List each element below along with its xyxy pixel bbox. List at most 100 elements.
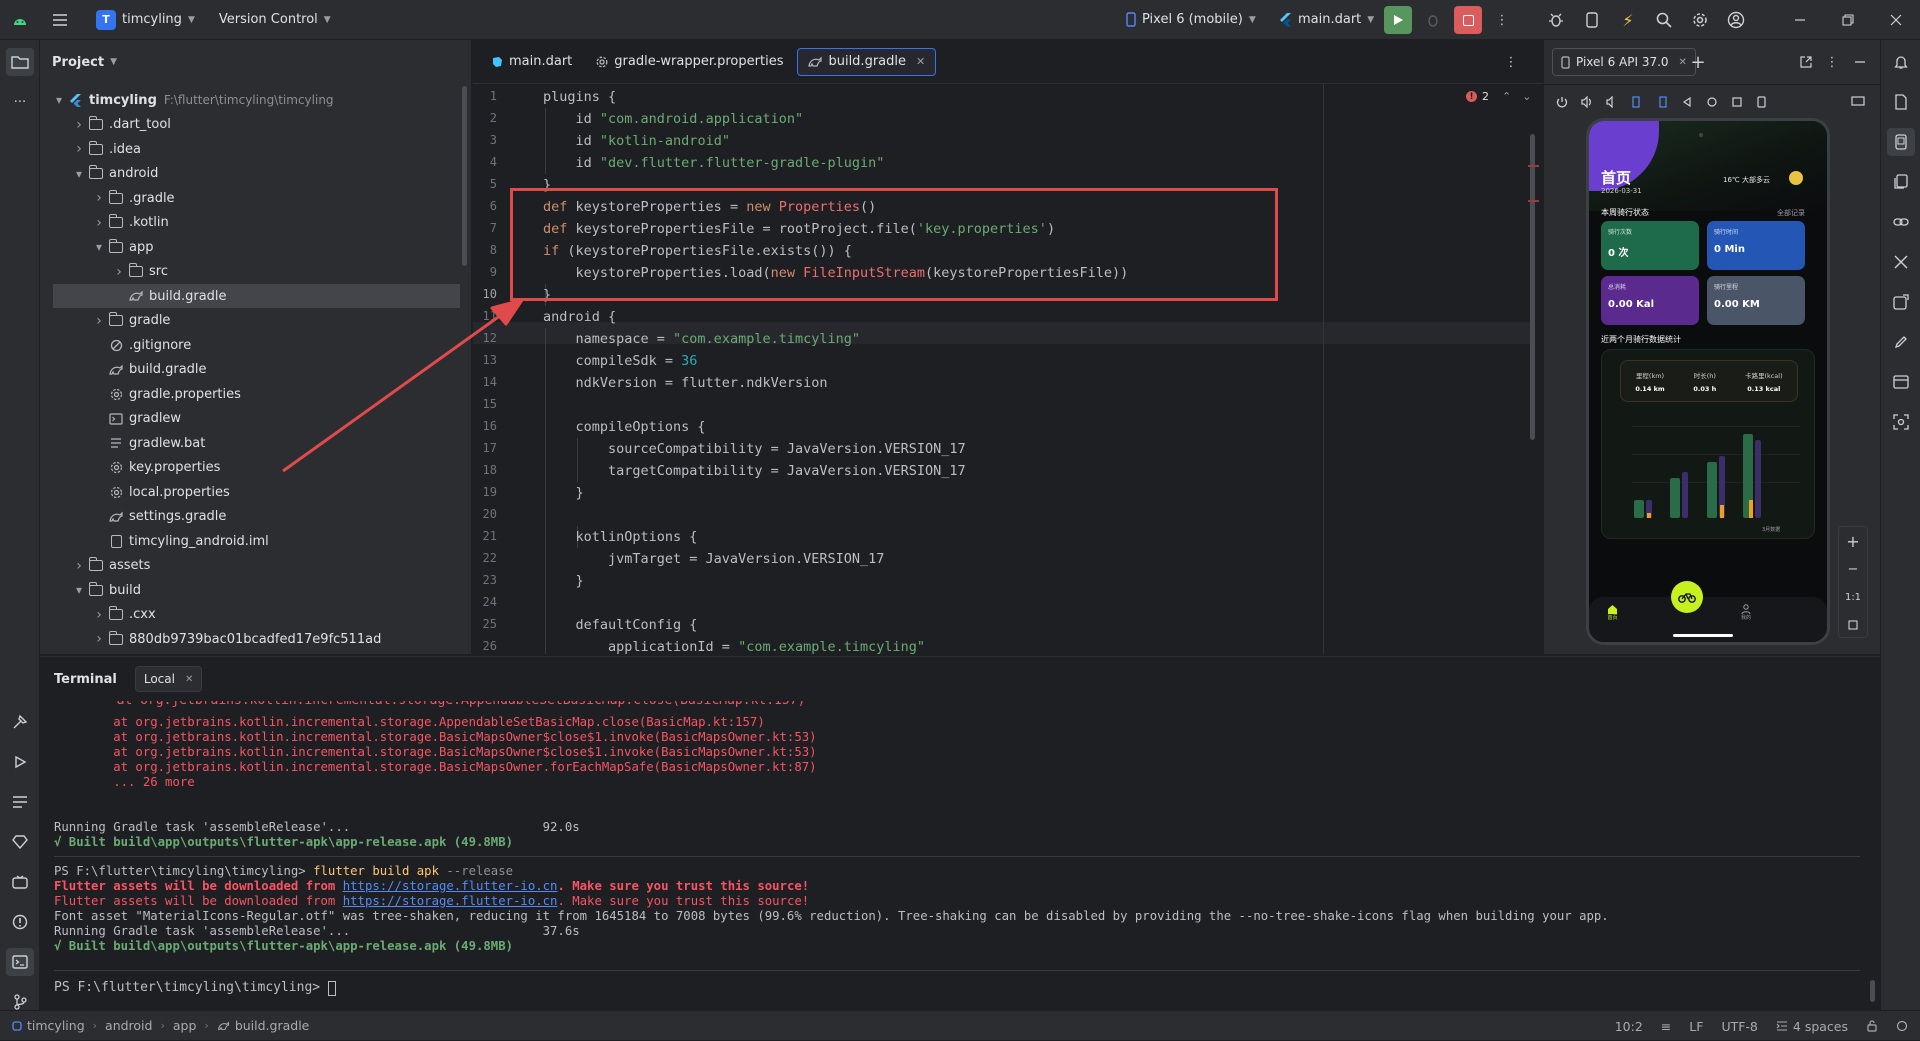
terminal-link[interactable]: https://storage.flutter-io.cn: [343, 879, 558, 893]
tree-item[interactable]: ▾ build: [40, 578, 460, 602]
add-device-icon[interactable]: +: [1684, 48, 1712, 76]
terminal-tool-icon[interactable]: [6, 948, 34, 976]
tree-item[interactable]: ›app: [40, 652, 460, 655]
back-icon[interactable]: [1675, 88, 1699, 116]
terminal-prompt-line[interactable]: PS F:\flutter\timcyling\timcyling>: [54, 979, 336, 997]
project-switcher[interactable]: T timcyling ▼: [88, 6, 203, 34]
nav-home[interactable]: 首页: [1607, 604, 1618, 621]
editor-scrollbar[interactable]: [1530, 134, 1535, 440]
tab-build-gradle[interactable]: build.gradle ✕: [797, 47, 937, 76]
rotate-left-icon[interactable]: [1625, 88, 1649, 116]
device-file-explorer-icon[interactable]: [1887, 88, 1915, 116]
tree-item[interactable]: › .dart_tool: [40, 113, 460, 137]
tools-icon[interactable]: [1887, 248, 1915, 276]
tree-item[interactable]: › .gradle: [40, 186, 460, 210]
tree-item[interactable]: › assets: [40, 554, 460, 578]
volume-down-icon[interactable]: [1600, 88, 1624, 116]
layout-inspector-icon[interactable]: [1887, 368, 1915, 396]
app-inspection-icon[interactable]: [6, 868, 34, 896]
code-area[interactable]: plugins { id "com.android.application" i…: [543, 86, 1543, 655]
device-mirror-icon[interactable]: [1844, 88, 1872, 116]
stat-card-calories[interactable]: 总消耗 0.00 Kal: [1601, 276, 1699, 325]
debug-button[interactable]: [1419, 6, 1447, 34]
breadcrumb-item[interactable]: android: [105, 1018, 152, 1033]
stat-card-distance[interactable]: 骑行里程 0.00 KM: [1707, 276, 1805, 325]
chevron-right-icon[interactable]: ›: [72, 558, 86, 574]
stat-card-time[interactable]: 骑行时间 0 Min: [1707, 221, 1805, 270]
device-selector[interactable]: Pixel 6 (mobile) ▼: [1118, 6, 1264, 34]
tab-options-icon[interactable]: ⋮: [1497, 48, 1525, 76]
readonly-lock-icon[interactable]: [1866, 1020, 1878, 1032]
vcs-menu[interactable]: Version Control ▼: [211, 6, 339, 34]
run-config-selector[interactable]: main.dart ▼: [1272, 6, 1382, 34]
zoom-in-icon[interactable]: +: [1839, 527, 1867, 555]
hide-panel-icon[interactable]: [1846, 48, 1874, 76]
screenshot-icon[interactable]: [1750, 88, 1774, 116]
zoom-actual-size[interactable]: 1:1: [1839, 583, 1867, 611]
tree-item[interactable]: › 880db9739bac01bcadfed17e9fc511ad: [40, 627, 460, 651]
zoom-out-icon[interactable]: −: [1839, 555, 1867, 583]
chevron-right-icon[interactable]: ›: [72, 141, 86, 157]
assistant-icon[interactable]: [1887, 408, 1915, 436]
volume-up-icon[interactable]: [1575, 88, 1599, 116]
all-records-link[interactable]: 全部记录: [1777, 208, 1805, 218]
chevron-down-icon[interactable]: ▾: [72, 167, 86, 181]
breadcrumb-item[interactable]: timcyling: [12, 1018, 85, 1033]
error-stripe-marker[interactable]: [1528, 165, 1539, 167]
tree-item[interactable]: ▾ app: [40, 235, 460, 259]
detach-window-icon[interactable]: [1792, 48, 1820, 76]
home-icon[interactable]: [1700, 88, 1724, 116]
problems-icon[interactable]: [6, 908, 34, 936]
tree-item[interactable]: › .idea: [40, 137, 460, 161]
tree-item[interactable]: › .cxx: [40, 603, 460, 627]
nav-profile[interactable]: 我的: [1741, 604, 1751, 621]
tab-gradle-wrapper-properties[interactable]: gradle-wrapper.properties: [586, 48, 793, 76]
gesture-bar[interactable]: [1673, 634, 1733, 637]
chevron-down-icon[interactable]: ▾: [92, 240, 106, 254]
running-devices-icon[interactable]: [1887, 128, 1915, 156]
app-quality-gem-icon[interactable]: [6, 828, 34, 856]
more-tools-icon[interactable]: ···: [6, 88, 34, 116]
close-tab-icon[interactable]: ✕: [185, 674, 193, 685]
more-actions-icon[interactable]: ⋮: [1488, 6, 1516, 34]
chevron-right-icon[interactable]: ›: [112, 264, 126, 280]
start-ride-button[interactable]: [1671, 581, 1703, 613]
breadcrumb-item[interactable]: app: [173, 1018, 197, 1033]
rotate-right-icon[interactable]: [1650, 88, 1674, 116]
breadcrumb-item[interactable]: build.gradle: [217, 1018, 309, 1033]
file-encoding[interactable]: UTF-8: [1721, 1019, 1757, 1034]
account-icon[interactable]: [1722, 6, 1750, 34]
notifications-bell-icon[interactable]: [1887, 48, 1915, 76]
emulator-extended-icon[interactable]: [1887, 288, 1915, 316]
error-stripe-marker[interactable]: [1528, 200, 1539, 202]
project-tree-scrollbar[interactable]: [462, 86, 467, 266]
settings-gear-icon[interactable]: [1686, 6, 1714, 34]
stop-button[interactable]: [1454, 6, 1482, 34]
emulator-tab[interactable]: Pixel 6 API 37.0 ✕: [1552, 48, 1696, 76]
tree-item[interactable]: local.properties: [40, 480, 460, 504]
logcat-list-icon[interactable]: [6, 788, 34, 816]
project-panel-header[interactable]: Project ▼: [40, 40, 471, 84]
chevron-right-icon[interactable]: ›: [92, 631, 106, 647]
stat-card-rides[interactable]: 骑行次数 0 次: [1601, 221, 1699, 270]
minimize-window-icon[interactable]: [1786, 6, 1814, 34]
tree-item[interactable]: ▾ android: [40, 162, 460, 186]
project-tool-folder-icon[interactable]: [6, 48, 34, 76]
fit-screen-icon[interactable]: [1839, 611, 1867, 639]
overview-icon[interactable]: [1725, 88, 1749, 116]
chevron-down-icon[interactable]: ▾: [72, 583, 86, 597]
chevron-right-icon[interactable]: ›: [92, 215, 106, 231]
terminal-link[interactable]: https://storage.flutter-io.cn: [343, 894, 558, 908]
main-menu-icon[interactable]: [46, 6, 74, 34]
tree-item[interactable]: › .kotlin: [40, 211, 460, 235]
device-manager-icon[interactable]: [1578, 6, 1606, 34]
tree-item[interactable]: settings.gradle: [40, 505, 460, 529]
run-tool-icon[interactable]: [6, 748, 34, 776]
tab-main-dart[interactable]: main.dart: [481, 48, 582, 76]
line-separator[interactable]: LF: [1689, 1019, 1703, 1034]
link-icon[interactable]: [1887, 208, 1915, 236]
emulator-options-icon[interactable]: ⋮: [1818, 48, 1846, 76]
tree-item[interactable]: timcyling_android.iml: [40, 529, 460, 553]
chevron-right-icon[interactable]: ›: [72, 117, 86, 133]
terminal-tab-local[interactable]: Local ✕: [134, 666, 203, 692]
